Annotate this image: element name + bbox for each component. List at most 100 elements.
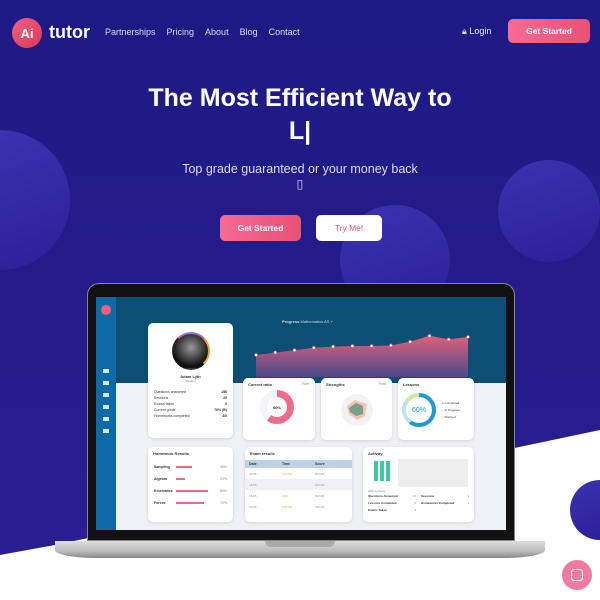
hero-subtitle: Top grade guaranteed or your money back … xyxy=(182,162,418,191)
activity-stat: Questions Answered 15 xyxy=(368,494,416,498)
dashboard-logo-icon xyxy=(101,305,111,315)
lock-icon: 🔒︎ xyxy=(462,26,467,36)
activity-stat: Exams Taken 3 xyxy=(368,508,416,512)
stat-label: Questions Answered xyxy=(368,494,398,498)
profile-stats: Questions answered 156 Sessions 20 Exams t… xyxy=(148,389,233,419)
lessons-card: Lessons 60% ● Completed ● In Progress ● … xyxy=(398,378,474,440)
exam-table: Date Time Score 20/05 1:01:45 80/100 18/05 60/1… xyxy=(245,460,352,512)
stat-value: 1 xyxy=(467,501,469,505)
progress-point xyxy=(273,350,278,355)
heatmap-cells xyxy=(374,461,390,481)
table-cell: 0:37:55 xyxy=(282,504,293,509)
stat-value: 6 xyxy=(414,501,416,505)
donut-value: 60% xyxy=(406,397,432,423)
subject-label: Forces xyxy=(154,501,166,505)
decor-circle xyxy=(498,160,600,262)
legend-label: Completed xyxy=(444,401,460,405)
table-cell: 18/05 xyxy=(249,482,257,487)
donut-value: 60% xyxy=(267,397,287,417)
card-title: Exam results xyxy=(250,451,275,456)
nav-contact[interactable]: Contact xyxy=(269,27,300,37)
profile-card: Adam Lyth Student Questions answered 156 … xyxy=(148,323,233,438)
hero-get-started-button[interactable]: Get Started xyxy=(220,215,301,241)
activity-date: 20th January xyxy=(368,489,386,493)
legend-label: In Progress xyxy=(444,408,460,412)
nav-get-started-button[interactable]: Get Started xyxy=(508,19,590,43)
lessons-donut: 60% xyxy=(402,393,436,427)
hero-title: The Most Efficient Way to xyxy=(148,84,452,112)
score-value: 23% xyxy=(219,477,227,481)
activity-card: Activity 20th January Questions Answered… xyxy=(363,447,474,522)
laptop-notch xyxy=(265,541,335,547)
legend-label: Planned xyxy=(444,415,456,419)
card-title: Homework Results xyxy=(153,451,190,456)
filter-select[interactable]: Pure xyxy=(302,382,309,386)
progress-area xyxy=(256,335,468,377)
progress-point xyxy=(369,344,374,348)
progress-point xyxy=(427,334,432,338)
table-cell: 80/100 xyxy=(315,471,325,476)
chat-button[interactable] xyxy=(562,560,592,590)
activity-stat: Lessons Completed 6 xyxy=(368,501,416,505)
column-header: Time xyxy=(282,462,291,466)
score-bar xyxy=(176,502,204,504)
homework-row: Kinematics 80% xyxy=(148,485,233,497)
table-cell: 80/100 xyxy=(315,493,325,498)
column-header: Date xyxy=(249,462,257,466)
progress-point xyxy=(292,348,297,353)
subject-label: Algebra xyxy=(154,477,168,481)
login-link[interactable]: 🔒︎ Login xyxy=(462,26,491,37)
chat-icon xyxy=(571,569,583,581)
score-bar-track xyxy=(176,465,216,469)
table-cell: 4:01 xyxy=(282,493,288,498)
table-row: 20/05 1:01:45 80/100 xyxy=(245,468,352,479)
nav-pricing[interactable]: Pricing xyxy=(167,27,195,37)
card-title: Correct ratio xyxy=(248,382,273,387)
card-title: Strengths xyxy=(326,382,345,387)
progress-point xyxy=(466,335,470,339)
nav-about[interactable]: About xyxy=(205,27,229,37)
score-bar-track xyxy=(176,501,216,505)
brand-name[interactable]: tutor xyxy=(49,22,90,43)
strengths-card: Strengths Pure xyxy=(321,378,392,440)
table-cell: 60/100 xyxy=(315,482,325,487)
sidebar-nav-icons xyxy=(103,369,109,433)
stat-value: 3 xyxy=(414,508,416,512)
table-row: 15/05 4:01 80/100 xyxy=(245,490,352,501)
stat-label: Homeworks completed xyxy=(154,414,190,418)
dashboard-sidebar xyxy=(96,297,116,530)
score-bar xyxy=(176,490,208,492)
column-header: Score xyxy=(315,462,325,466)
nav-partnerships[interactable]: Partnerships xyxy=(105,27,156,37)
nav-blog[interactable]: Blog xyxy=(240,27,258,37)
score-bar xyxy=(176,478,186,480)
progress-label: Progress xyxy=(282,319,300,324)
legend-item: ● Completed xyxy=(442,401,460,405)
card-title: Lessons xyxy=(403,382,420,387)
strengths-radar-chart xyxy=(341,394,373,426)
profile-role: Student xyxy=(185,379,196,383)
table-row: 10/05 0:37:55 40/100 xyxy=(245,501,352,512)
stat-value: 4/5 xyxy=(222,414,227,418)
homework-row: Algebra 23% xyxy=(148,473,233,485)
progress-point xyxy=(254,353,258,357)
avatar xyxy=(172,332,210,370)
progress-point xyxy=(331,344,335,349)
stat-label: Exams Taken xyxy=(368,508,387,512)
homework-row: Sampling 40% xyxy=(148,461,233,473)
try-me-button[interactable]: Try Me! xyxy=(316,215,382,241)
subject-label: Sampling xyxy=(154,465,170,469)
subject-select[interactable]: Mathematics AS xyxy=(300,319,329,324)
progress-point xyxy=(408,340,412,344)
correct-ratio-donut: 60% xyxy=(260,390,294,424)
filter-select[interactable]: Pure xyxy=(379,382,386,386)
table-cell: 15/05 xyxy=(249,493,257,498)
progress-point xyxy=(350,344,355,348)
table-header: Date Time Score xyxy=(245,460,352,468)
stat-label: Lessons Completed xyxy=(368,501,397,505)
top-nav: Ai tutor Partnerships Pricing About Blog… xyxy=(0,0,600,62)
exam-results-card: Exam results Date Time Score 20/05 1:01:45 80… xyxy=(245,447,352,522)
logo-icon[interactable]: Ai xyxy=(12,18,42,48)
table-cell: 40/100 xyxy=(315,504,325,509)
table-cell: 20/05 xyxy=(249,471,257,476)
